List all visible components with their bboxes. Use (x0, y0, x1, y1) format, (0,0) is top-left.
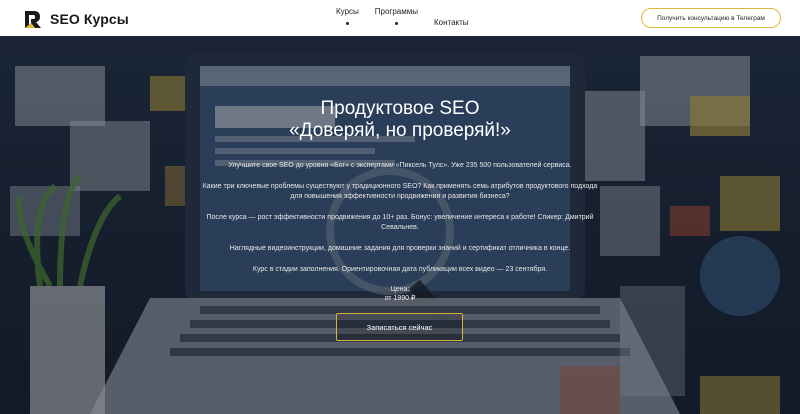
price-label: Цена: (390, 286, 410, 293)
nav-item-label: Программы (374, 7, 418, 16)
hero-paragraph: Наглядные видеоинструкции, домашние зада… (229, 245, 571, 252)
enroll-now-button[interactable]: Записаться сейчас (336, 313, 463, 341)
nav-item-label: Курсы (336, 7, 359, 16)
hero-section: Продуктовое SEO «Доверяй, но проверяй!» … (0, 36, 800, 414)
nav-item-label: Контакты (434, 18, 469, 27)
nav-item-contacts[interactable]: Контакты (434, 18, 469, 27)
nav-item-programs[interactable]: Программы (375, 7, 418, 27)
logo[interactable]: SEO Курсы (22, 8, 129, 30)
dropdown-dot-icon (345, 22, 349, 25)
hero-title: Продуктовое SEO «Доверяй, но проверяй!» (200, 98, 600, 142)
hero-content: Продуктовое SEO «Доверяй, но проверяй!» … (200, 98, 600, 302)
hero-paragraph: Курс в стадии заполнения. Ориентировочна… (252, 266, 548, 273)
logo-icon (25, 11, 41, 28)
hero-title-line1: Продуктовое SEO (320, 98, 480, 119)
hero-paragraph: Какие три ключевые проблемы существуют у… (202, 183, 598, 200)
hero-paragraph: После курса — рост эффективности продвиж… (206, 214, 594, 231)
dropdown-dot-icon (394, 22, 398, 25)
logo-text: SEO Курсы (50, 11, 129, 27)
price-value: от 1990 ₽ (384, 295, 416, 302)
hero-paragraph: Улучшите свое SEO до уровня «Бог» с эксп… (228, 162, 572, 169)
hero-title-line2: «Доверяй, но проверяй!» (289, 120, 511, 141)
site-header: SEO Курсы Курсы Программы Контакты Получ… (0, 0, 800, 36)
nav-item-courses[interactable]: Курсы (336, 7, 359, 27)
main-nav: Курсы Программы Контакты (336, 7, 485, 27)
telegram-consult-button[interactable]: Получить консультацию в Телеграм (641, 8, 781, 28)
